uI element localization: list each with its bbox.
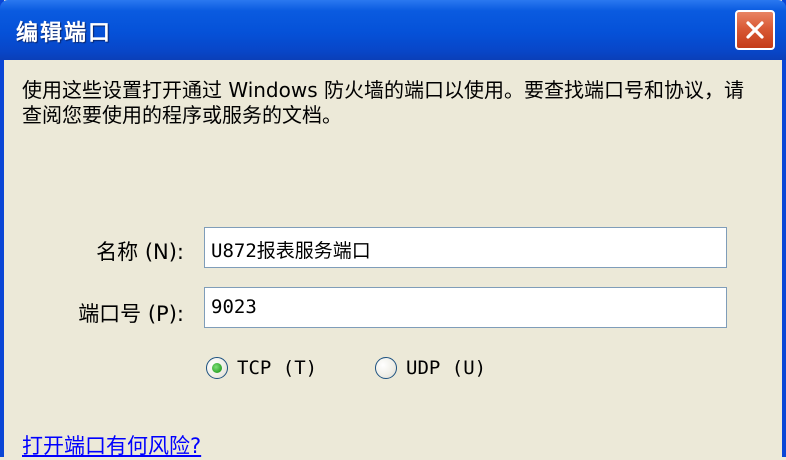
udp-radio[interactable]: UDP (U) (375, 357, 486, 379)
edit-port-dialog: 编辑端口 使用这些设置打开通过 Windows 防火墙的端口以使用。要查找端口号… (0, 0, 786, 460)
tcp-radio-button[interactable] (206, 357, 228, 379)
tcp-radio-label[interactable]: TCP (T) (237, 357, 317, 379)
open-port-risk-link[interactable]: 打开端口有何风险? (22, 430, 201, 460)
port-number-label: 端口号 (P): (78, 302, 184, 326)
tcp-radio[interactable]: TCP (T) (206, 357, 317, 379)
udp-radio-label[interactable]: UDP (U) (406, 357, 486, 379)
port-number-input[interactable]: 9023 (204, 287, 727, 328)
udp-radio-button[interactable] (375, 357, 397, 379)
title-bar[interactable]: 编辑端口 (0, 0, 786, 60)
radio-selected-dot (212, 363, 222, 373)
description-text: 使用这些设置打开通过 Windows 防火墙的端口以使用。要查找端口号和协议，请… (22, 78, 744, 127)
name-input[interactable]: U872报表服务端口 (204, 227, 727, 268)
close-button[interactable] (735, 10, 775, 50)
name-label: 名称 (N): (96, 240, 184, 264)
close-icon (746, 21, 764, 39)
dialog-title: 编辑端口 (16, 21, 113, 46)
